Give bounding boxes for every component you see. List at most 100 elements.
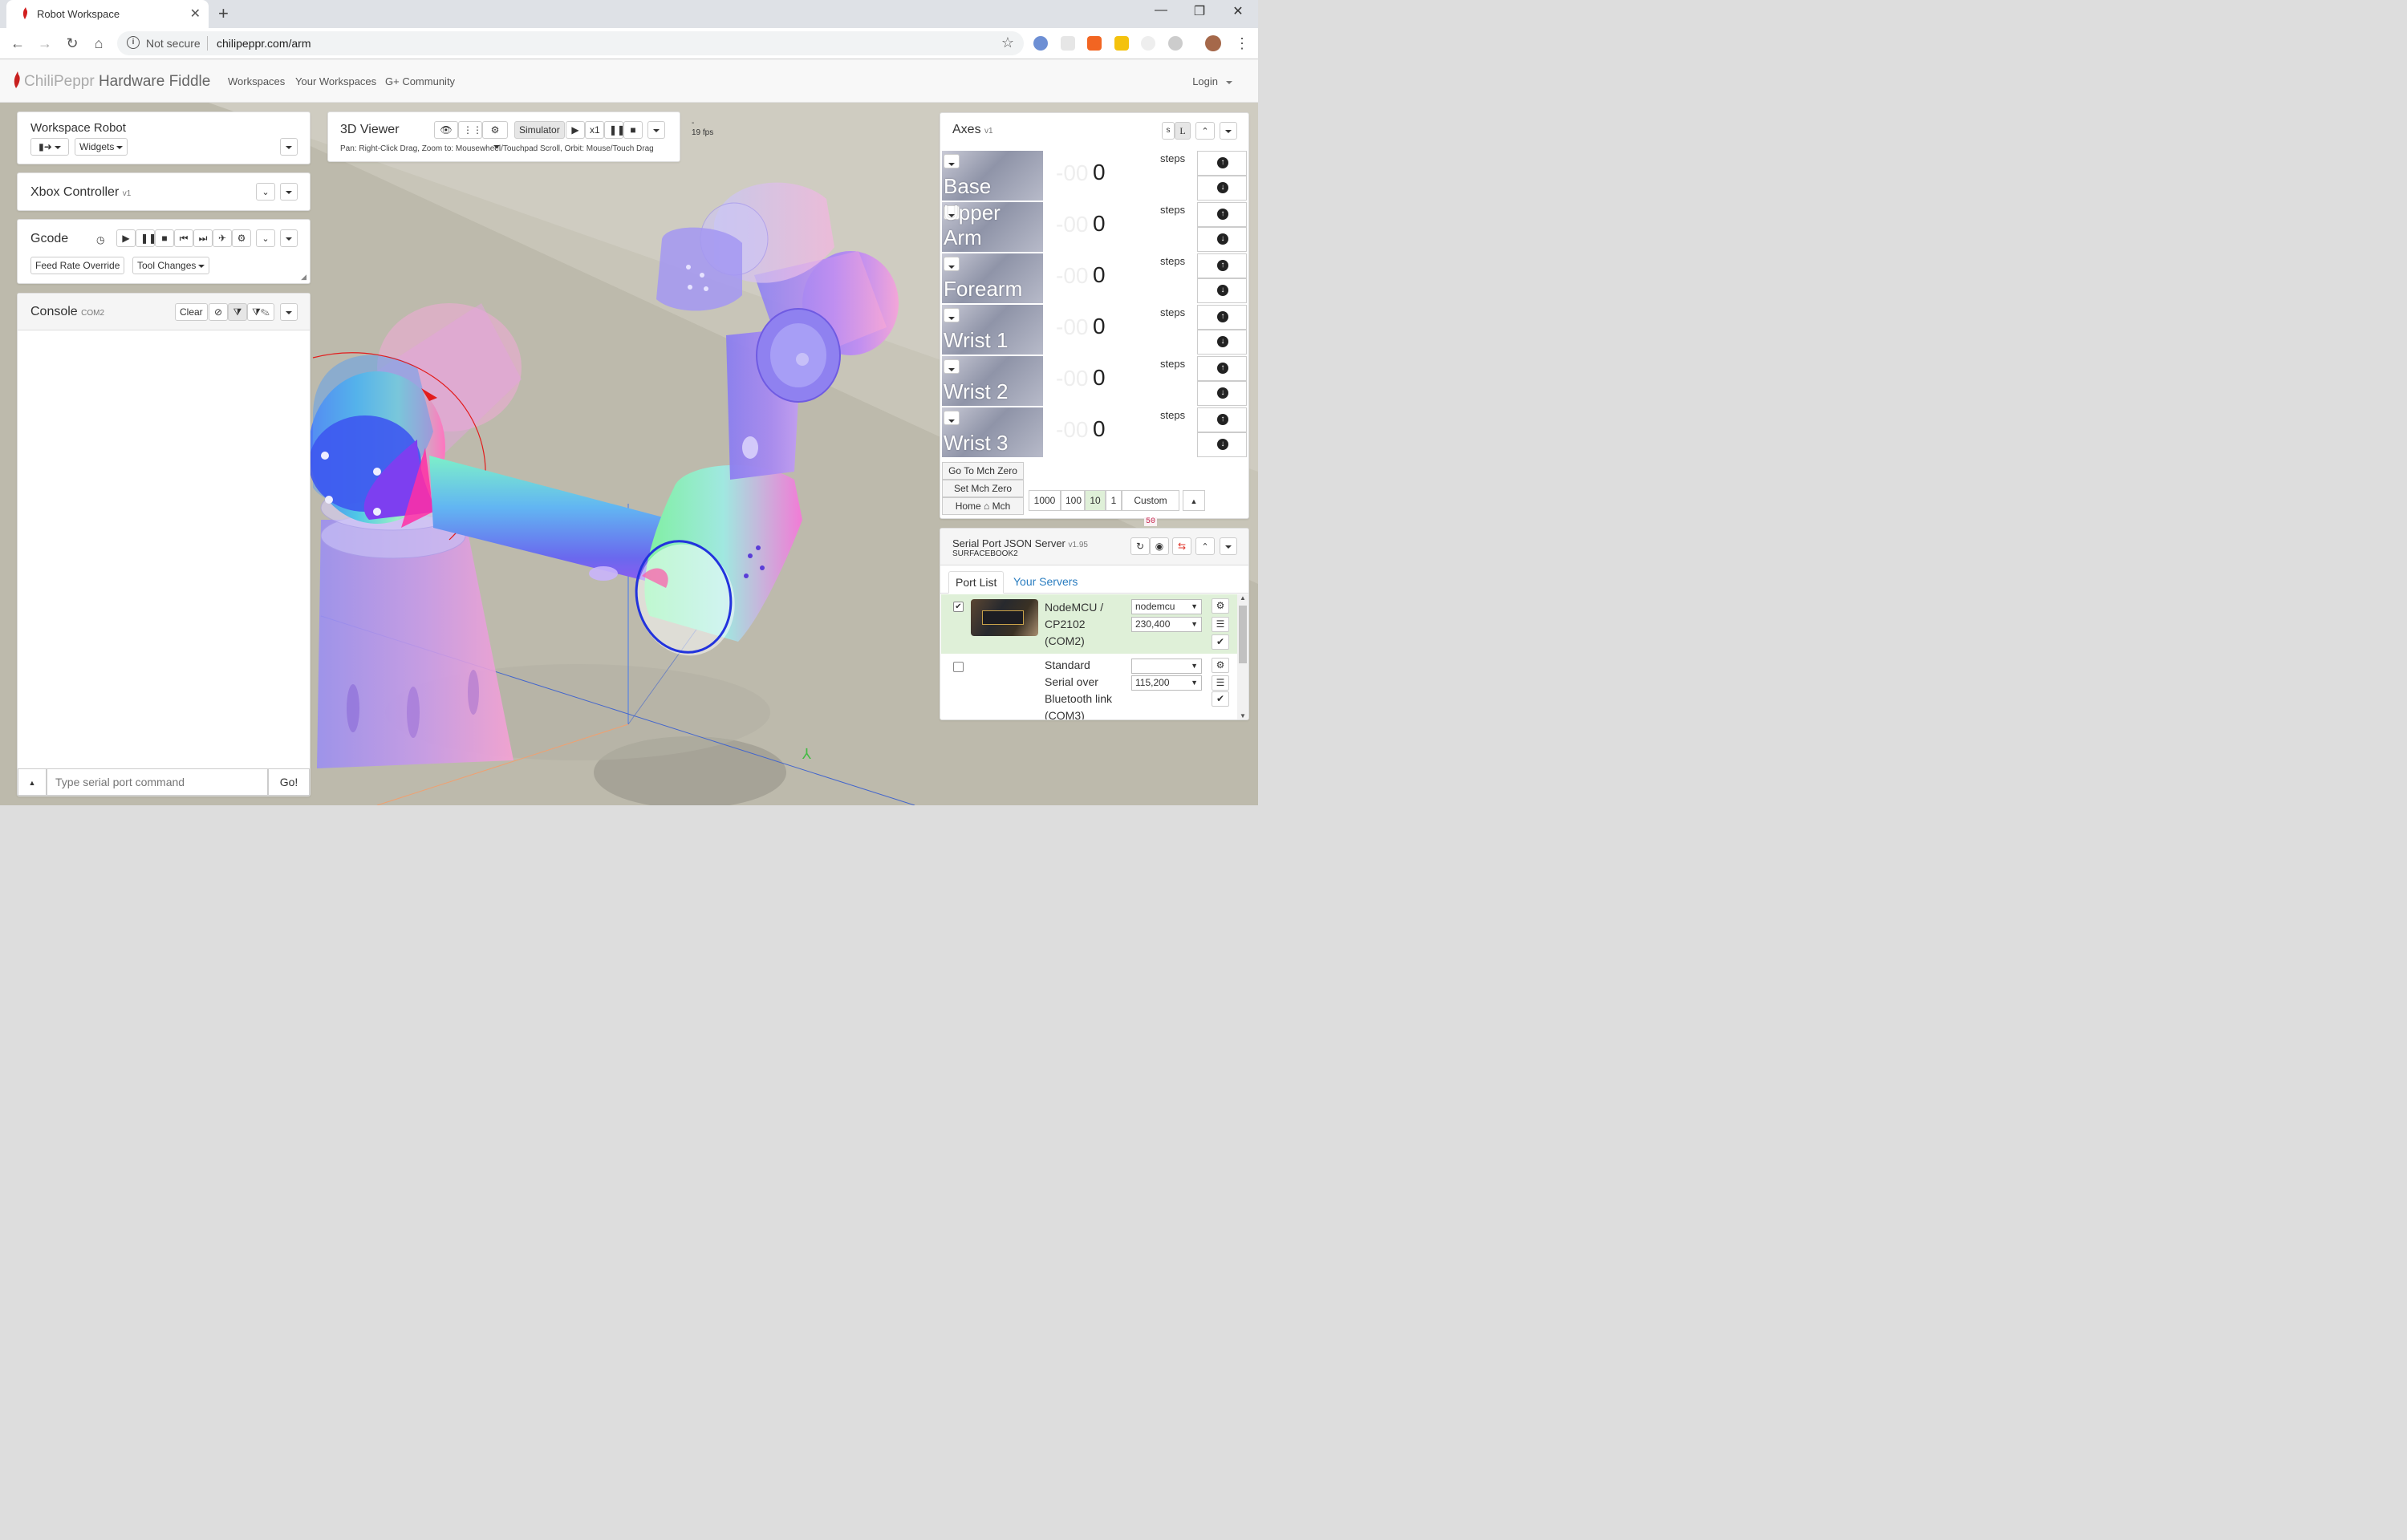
viewer-settings-dropdown[interactable]: ⚙ [482,121,508,148]
console-block-button[interactable]: ⊘ [209,303,228,321]
axis-dropdown-button[interactable] [944,154,960,168]
jog-up-button[interactable]: ↑ [1197,305,1247,330]
xbox-menu-button[interactable] [280,183,298,201]
port-list-button[interactable]: ☰ [1212,617,1229,632]
jog-down-button[interactable]: ↓ [1197,278,1247,303]
workspace-menu-button[interactable] [280,138,298,156]
nav-your-workspaces[interactable]: Your Workspaces [295,75,376,87]
port-settings-button[interactable]: ⚙ [1212,598,1229,614]
bookmark-star-icon[interactable]: ☆ [1001,34,1014,51]
port-list-button[interactable]: ☰ [1212,675,1229,691]
view-toggle-button[interactable]: 👁 [434,121,458,139]
go-to-mch-zero-button[interactable]: Go To Mch Zero [942,462,1024,480]
serial-reconnect-button[interactable]: ⇆ [1172,537,1191,555]
set-mch-zero-button[interactable]: Set Mch Zero [942,480,1024,497]
serial-refresh-button[interactable]: ↻ [1130,537,1150,555]
xbox-collapse-button[interactable]: ⌄ [256,183,275,201]
jog-down-button[interactable]: ↓ [1197,176,1247,201]
serial-status-button[interactable]: ◉ [1150,537,1169,555]
jog-up-button[interactable]: ↑ [1197,253,1247,278]
gcode-prev-button[interactable]: ⏮ [174,229,193,247]
browser-tab[interactable]: Robot Workspace ✕ [6,0,209,28]
gcode-play-button[interactable]: ▶ [116,229,136,247]
port-checkbox[interactable]: ✔ [953,602,964,612]
forward-icon[interactable]: → [35,34,55,53]
brand[interactable]: ChiliPeppr Hardware Fiddle [13,71,210,91]
feed-rate-override-button[interactable]: Feed Rate Override [30,257,125,274]
serial-collapse-button[interactable]: ⌃ [1195,537,1215,555]
console-go-button[interactable]: Go! [268,768,310,796]
axes-size-small-button[interactable]: s [1162,122,1175,140]
serial-command-input[interactable] [47,768,268,796]
console-edit-filter-button[interactable]: ⧩✎ [247,303,274,321]
console-filter-button[interactable]: ⧩ [228,303,247,321]
simulator-play-button[interactable]: ▶ [566,121,585,139]
grid-dropdown[interactable]: ⋮⋮⋮ [458,121,492,139]
baud-select[interactable]: 230,400 ▼ [1131,617,1202,632]
scrollbar-thumb[interactable] [1239,606,1247,663]
console-clear-button[interactable]: Clear [175,303,208,321]
extension-5-icon[interactable] [1141,36,1155,51]
extension-2-icon[interactable] [1061,36,1075,51]
url-text[interactable]: chilipeppr.com/arm [217,37,311,50]
port-confirm-button[interactable]: ✔ [1212,634,1229,650]
gcode-stop-button[interactable]: ■ [155,229,174,247]
axis-dropdown-button[interactable] [944,359,960,374]
port-confirm-button[interactable]: ✔ [1212,691,1229,707]
gcode-settings-button[interactable]: ⚙ [232,229,251,247]
gcode-next-button[interactable]: ⏭ [193,229,213,247]
jog-up-button[interactable]: ↑ [1197,356,1247,381]
login-dropdown[interactable]: Login [1192,75,1232,87]
extension-1-icon[interactable] [1033,36,1048,51]
step-custom-button[interactable]: Custom 50 [1122,490,1179,526]
simulator-stop-button[interactable]: ■ [623,121,643,139]
minimize-icon[interactable]: — [1143,3,1179,18]
jog-down-button[interactable]: ↓ [1197,432,1247,457]
console-history-button[interactable]: ▲ [18,768,47,796]
back-icon[interactable]: ← [8,34,27,53]
step-1-button[interactable]: 1 [1106,490,1122,511]
baud-select[interactable]: 115,200 ▼ [1131,675,1202,691]
axes-menu-button[interactable] [1220,122,1237,140]
profile-avatar[interactable] [1205,35,1221,51]
address-bar[interactable]: i Not secure chilipeppr.com/arm ☆ [117,31,1024,55]
axes-size-large-button[interactable]: L [1175,122,1191,140]
axes-collapse-button[interactable]: ⌃ [1195,122,1215,140]
info-icon[interactable]: i [127,36,140,49]
extension-3-icon[interactable] [1087,36,1102,51]
axis-dropdown-button[interactable] [944,308,960,322]
port-row[interactable]: Standard Serial over Bluetooth link (COM… [941,655,1238,719]
console-log[interactable] [18,330,310,767]
axis-dropdown-button[interactable] [944,257,960,271]
step-100-button[interactable]: 100 [1061,490,1085,511]
gcode-fly-button[interactable]: ✈ [213,229,232,247]
new-tab-icon[interactable]: + [218,3,229,24]
buffer-select[interactable]: ▼ [1131,659,1202,674]
scroll-down-icon[interactable]: ▼ [1240,712,1246,719]
port-list-scrollbar[interactable]: ▲ ▼ [1237,594,1248,719]
workspace-share-button[interactable]: ▮➜ [30,138,69,156]
jog-up-button[interactable]: ↑ [1197,151,1247,176]
step-1000-button[interactable]: 1000 [1029,490,1061,511]
jog-down-button[interactable]: ↓ [1197,330,1247,355]
reload-icon[interactable]: ↻ [63,34,82,53]
gcode-pause-button[interactable]: ❚❚ [136,229,156,247]
nav-workspaces[interactable]: Workspaces [228,75,285,87]
tab-port-list[interactable]: Port List [948,571,1005,594]
jog-down-button[interactable]: ↓ [1197,227,1247,252]
jog-up-button[interactable]: ↑ [1197,407,1247,432]
step-dropdown-button[interactable]: ▲ [1183,490,1205,511]
scroll-up-icon[interactable]: ▲ [1240,594,1246,602]
nav-gplus-community[interactable]: G+ Community [385,75,455,87]
port-settings-button[interactable]: ⚙ [1212,658,1229,673]
buffer-select[interactable]: nodemcu ▼ [1131,599,1202,614]
home-icon[interactable]: ⌂ [89,34,108,53]
tab-your-servers[interactable]: Your Servers [1013,575,1078,588]
console-menu-button[interactable] [280,303,298,321]
simulator-speed-button[interactable]: x1 [585,121,604,139]
close-tab-icon[interactable]: ✕ [190,6,201,22]
viewer-menu-button[interactable] [647,121,665,139]
jog-up-button[interactable]: ↑ [1197,202,1247,227]
extension-4-icon[interactable] [1114,36,1129,51]
port-row[interactable]: ✔ NodeMCU / CP2102 (COM2) nodemcu ▼ 230,4… [941,594,1238,654]
